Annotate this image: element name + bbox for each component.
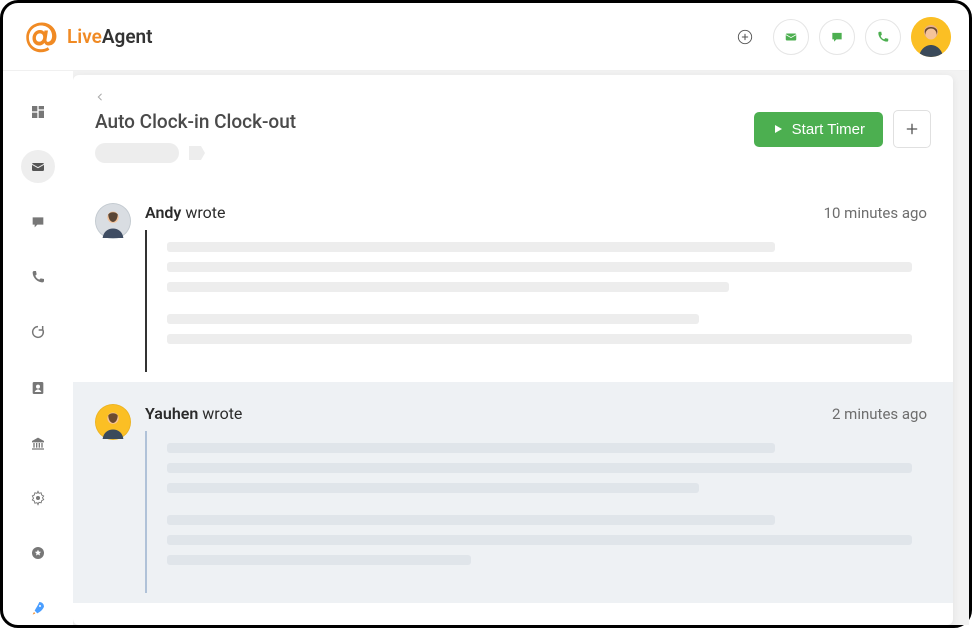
- chat-icon: [830, 30, 844, 44]
- avatar-icon: [96, 404, 130, 440]
- refresh-icon: [30, 324, 46, 340]
- avatar-icon: [911, 17, 951, 57]
- main-content: Auto Clock-in Clock-out Start Timer: [73, 71, 969, 625]
- bank-icon: [30, 435, 46, 451]
- text-placeholder: [167, 515, 775, 525]
- add-action-button[interactable]: [893, 110, 931, 148]
- mail-button[interactable]: [773, 19, 809, 55]
- panel-header: Auto Clock-in Clock-out Start Timer: [73, 110, 953, 181]
- sidebar-item-settings[interactable]: [21, 481, 55, 514]
- star-icon: [30, 545, 46, 561]
- dashboard-icon: [30, 104, 46, 120]
- message-time: 10 minutes ago: [824, 204, 927, 222]
- message-thread: Andy wrote 10 minutes ago: [73, 181, 953, 625]
- avatar-icon: [96, 203, 130, 239]
- add-button[interactable]: [727, 19, 763, 55]
- tag-placeholder: [189, 146, 205, 160]
- brand-text: LiveAgent: [67, 25, 153, 48]
- message-item: Yauhen wrote 2 minutes ago: [73, 382, 953, 603]
- play-icon: [772, 123, 784, 135]
- sidebar-item-chat[interactable]: [21, 205, 55, 238]
- message-author: Yauhen wrote: [145, 404, 242, 423]
- sidebar-item-contact[interactable]: [21, 371, 55, 404]
- message-author: Andy wrote: [145, 203, 225, 222]
- back-button[interactable]: [95, 91, 105, 106]
- ticket-panel: Auto Clock-in Clock-out Start Timer: [73, 75, 953, 625]
- top-bar: LiveAgent: [3, 3, 969, 71]
- gear-icon: [30, 490, 46, 506]
- message-avatar[interactable]: [95, 404, 131, 440]
- text-placeholder: [167, 535, 912, 545]
- timeline-connector: [145, 230, 147, 372]
- plus-icon: [904, 121, 920, 137]
- message-time: 2 minutes ago: [832, 405, 927, 423]
- text-placeholder: [167, 282, 729, 292]
- text-placeholder: [167, 262, 912, 272]
- text-placeholder: [167, 242, 775, 252]
- topbar-actions: [727, 17, 951, 57]
- chat-button[interactable]: [819, 19, 855, 55]
- sidebar-item-mail[interactable]: [21, 150, 55, 183]
- rocket-icon: [30, 600, 46, 616]
- text-placeholder: [167, 555, 471, 565]
- chat-icon: [30, 214, 46, 230]
- text-placeholder: [167, 443, 775, 453]
- status-pill-placeholder: [95, 143, 179, 163]
- sidebar-item-refresh[interactable]: [21, 316, 55, 349]
- user-avatar[interactable]: [911, 17, 951, 57]
- text-placeholder: [167, 334, 912, 344]
- text-placeholder: [167, 314, 699, 324]
- contact-icon: [30, 380, 46, 396]
- text-placeholder: [167, 463, 912, 473]
- message-item: Andy wrote 10 minutes ago: [73, 181, 953, 382]
- text-placeholder: [167, 483, 699, 493]
- plus-icon: [737, 29, 753, 45]
- page-title: Auto Clock-in Clock-out: [95, 110, 738, 133]
- timeline-connector: [145, 431, 147, 593]
- start-timer-label: Start Timer: [792, 121, 865, 138]
- message-avatar[interactable]: [95, 203, 131, 239]
- sidebar-item-phone[interactable]: [21, 261, 55, 294]
- sidebar: [3, 71, 73, 625]
- sidebar-item-star[interactable]: [21, 537, 55, 570]
- phone-icon: [30, 269, 46, 285]
- mail-icon: [784, 30, 798, 44]
- mail-icon: [30, 159, 46, 175]
- chevron-left-icon: [95, 92, 105, 102]
- phone-icon: [876, 30, 890, 44]
- logo-icon: [25, 20, 59, 54]
- sidebar-item-rocket[interactable]: [21, 592, 55, 625]
- sidebar-item-dashboard[interactable]: [21, 95, 55, 128]
- brand-logo[interactable]: LiveAgent: [25, 20, 153, 54]
- sidebar-item-bank[interactable]: [21, 426, 55, 459]
- phone-button[interactable]: [865, 19, 901, 55]
- start-timer-button[interactable]: Start Timer: [754, 112, 883, 147]
